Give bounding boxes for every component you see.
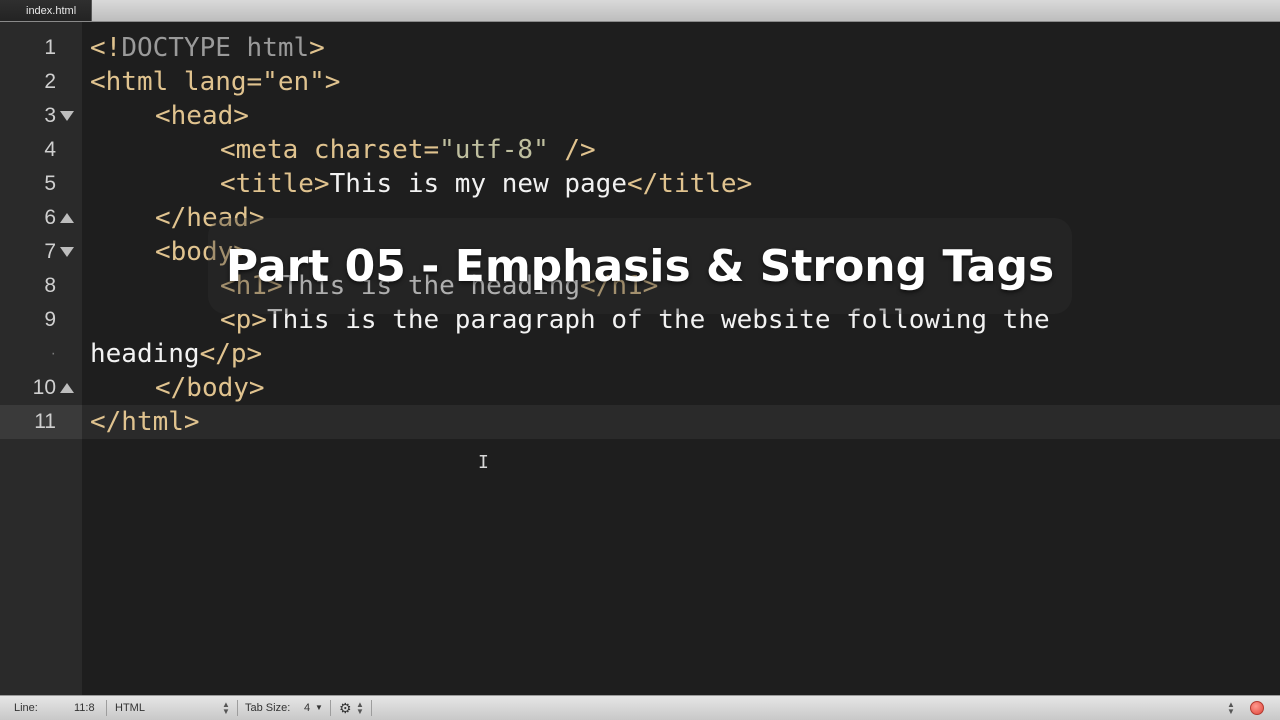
divider: [106, 700, 107, 716]
chevron-down-icon[interactable]: ▼: [315, 696, 323, 720]
ibeam-cursor-icon: I: [478, 452, 489, 473]
tab-size-value[interactable]: 4: [304, 696, 310, 720]
code-editor[interactable]: <!DOCTYPE html> <html lang="en"> <head> …: [82, 22, 1280, 695]
tab-bar: index.html: [0, 0, 1280, 22]
syntax-selector[interactable]: HTML: [115, 696, 145, 720]
overlay-title: Part 05 - Emphasis & Strong Tags: [225, 240, 1055, 292]
gutter-row: 6: [0, 201, 82, 235]
chevron-updown-icon[interactable]: ▲ ▼: [222, 701, 230, 716]
current-line-highlight: [82, 405, 1280, 439]
line-number: 7: [44, 240, 56, 263]
divider: [371, 700, 372, 716]
divider: [237, 700, 238, 716]
gutter-row: 3: [0, 99, 82, 133]
line-number: 11: [34, 410, 56, 433]
fold-down-icon[interactable]: [60, 111, 74, 121]
code-line: <!DOCTYPE html>: [90, 33, 325, 63]
line-number: 3: [44, 104, 56, 127]
chevron-updown-icon[interactable]: ▲ ▼: [1227, 701, 1235, 716]
wrap-marker: ·: [50, 345, 56, 362]
gutter-row: 2: [0, 65, 82, 99]
stop-record-icon[interactable]: [1250, 701, 1264, 715]
tab-index-html[interactable]: index.html: [0, 0, 92, 21]
gutter-row: 7: [0, 235, 82, 269]
gutter-row: 10: [0, 371, 82, 405]
divider: [330, 700, 331, 716]
line-number: 4: [44, 138, 56, 161]
code-line: <meta charset="utf-8" />: [220, 135, 596, 165]
code-line: </html>: [90, 407, 200, 437]
gutter-row: ·: [0, 337, 82, 371]
line-label: Line:: [14, 702, 38, 714]
line-number: 8: [44, 274, 56, 297]
line-number: 9: [44, 308, 56, 331]
chevron-updown-icon[interactable]: ▲ ▼: [356, 701, 364, 716]
gutter-row-current: 11: [0, 405, 82, 439]
fold-up-icon[interactable]: [60, 213, 74, 223]
line-number: 1: [44, 36, 56, 59]
tab-size-label[interactable]: Tab Size:: [245, 696, 290, 720]
code-line: </body>: [155, 373, 265, 403]
code-line: <head>: [155, 101, 249, 131]
gutter-row: 4: [0, 133, 82, 167]
line-value: 11:8: [74, 702, 95, 714]
fold-up-icon[interactable]: [60, 383, 74, 393]
title-overlay: Part 05 - Emphasis & Strong Tags: [208, 218, 1072, 314]
status-bar: Line: 11:8 HTML ▲ ▼ Tab Size: 4 ▼ ⚙ ▲ ▼ ▲ ▼: [0, 695, 1280, 720]
gutter-row: 8: [0, 269, 82, 303]
line-number: 10: [32, 376, 56, 399]
line-number-gutter: 1 2 3 4 5 6 7 8 9 · 10 11: [0, 22, 82, 695]
tab-label: index.html: [26, 4, 77, 17]
code-line: <html lang="en">: [90, 67, 341, 97]
line-number: 2: [44, 70, 56, 93]
gutter-row: 1: [0, 31, 82, 65]
gear-icon[interactable]: ⚙: [339, 696, 352, 720]
gutter-row: 9: [0, 303, 82, 337]
gutter-row: 5: [0, 167, 82, 201]
line-number: 6: [44, 206, 56, 229]
code-line: <title>This is my new page</title>: [220, 169, 753, 199]
fold-down-icon[interactable]: [60, 247, 74, 257]
code-line: heading</p>: [90, 339, 263, 369]
line-number: 5: [44, 172, 56, 195]
